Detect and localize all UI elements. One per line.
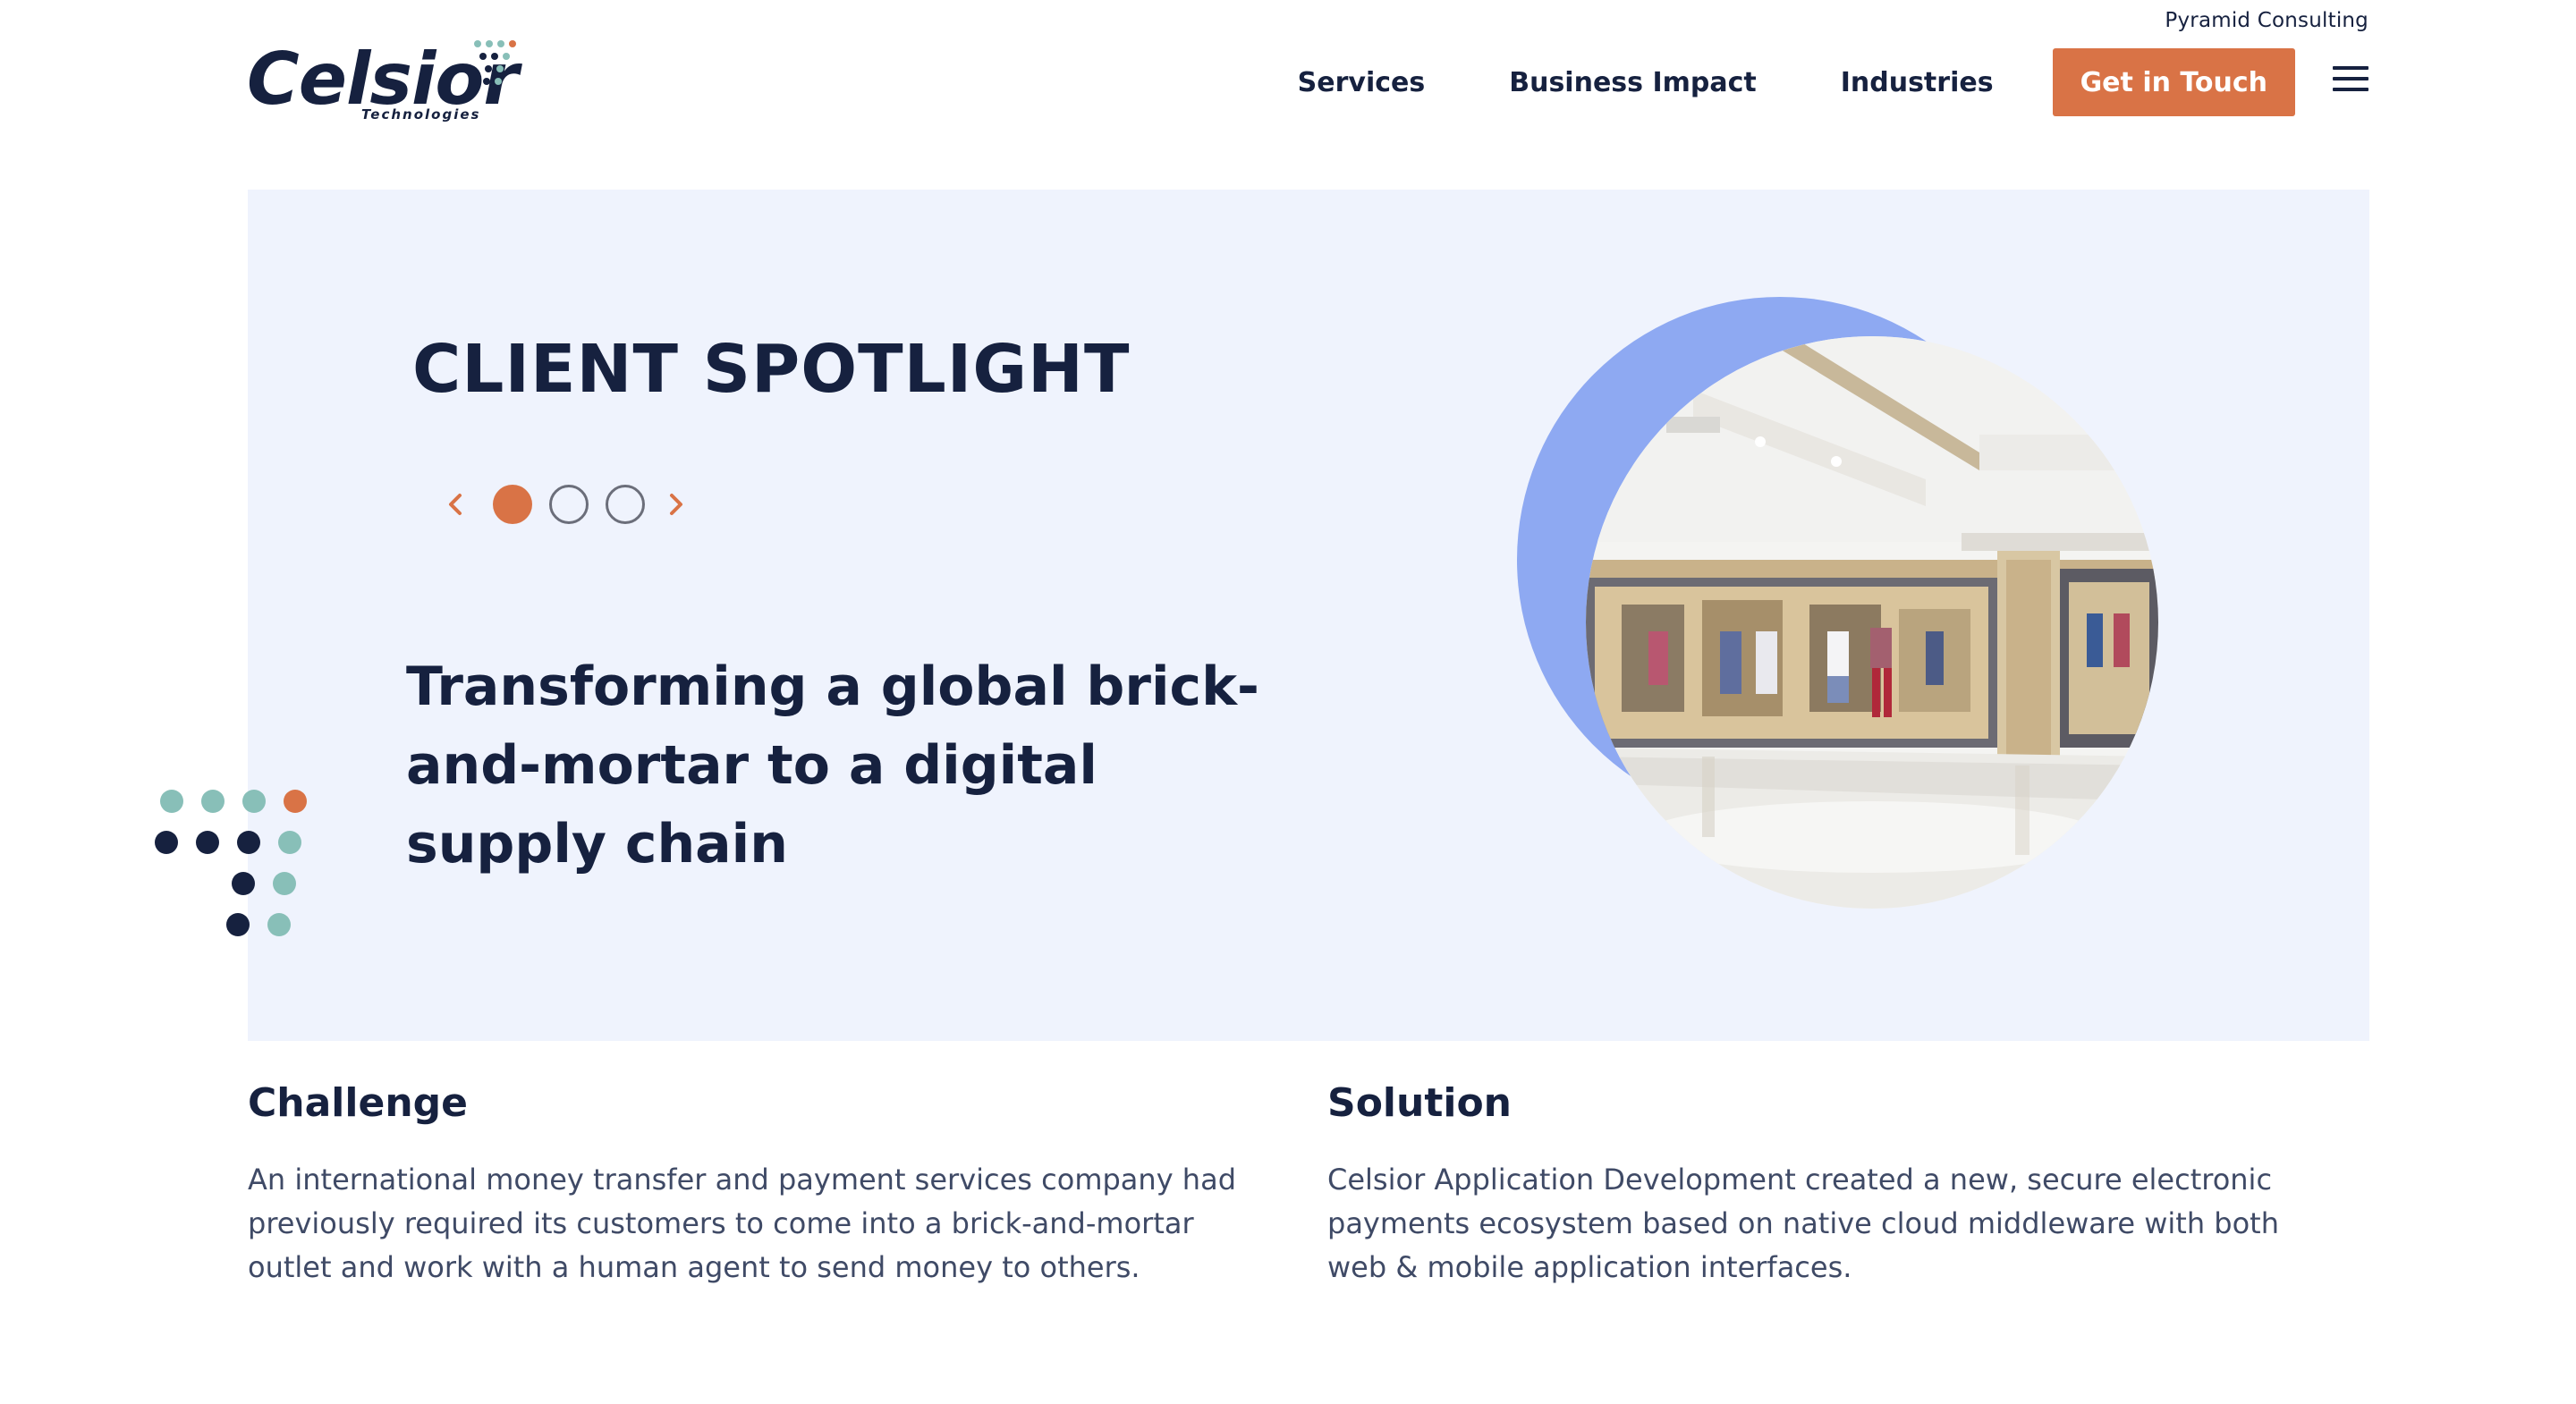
nav-services[interactable]: Services: [1298, 67, 1426, 98]
challenge-body: An international money transfer and paym…: [248, 1163, 1236, 1284]
solution-heading: Solution: [1327, 1080, 1512, 1126]
solution-section: Solution Celsior Application Development…: [1327, 1080, 2338, 1290]
challenge-heading: Challenge: [248, 1080, 468, 1126]
spotlight-title: CLIENT SPOTLIGHT: [412, 331, 1131, 408]
solution-body: Celsior Application Development created …: [1327, 1163, 2279, 1284]
logo-subtitle: Technologies: [361, 106, 481, 123]
chevron-right-icon[interactable]: [663, 483, 690, 526]
nav-industries[interactable]: Industries: [1841, 67, 1994, 98]
pyramid-consulting-link[interactable]: Pyramid Consulting: [2165, 9, 2368, 32]
hamburger-menu-icon[interactable]: [2333, 66, 2368, 93]
chevron-left-icon[interactable]: [442, 483, 469, 526]
carousel-dot-1[interactable]: [493, 485, 532, 524]
main-nav: Services Business Impact Industries Get …: [1298, 48, 2368, 116]
decorative-dots-icon: [155, 790, 307, 936]
spotlight-headline: Transforming a global brick-and-mortar t…: [406, 655, 1259, 875]
get-in-touch-button[interactable]: Get in Touch: [2052, 48, 2295, 116]
celsior-logo[interactable]: Celsior Technologies: [247, 39, 533, 129]
retail-store-illustration: [1586, 336, 2158, 909]
logo-dots-icon: [474, 40, 516, 85]
carousel-dot-2[interactable]: [549, 485, 589, 524]
page: Pyramid Consulting Celsior Technologies …: [0, 0, 2576, 1404]
carousel-dot-3[interactable]: [606, 485, 645, 524]
store-image: [1586, 336, 2158, 909]
nav-business-impact[interactable]: Business Impact: [1509, 67, 1757, 98]
challenge-section: Challenge An international money transfe…: [248, 1080, 1258, 1290]
